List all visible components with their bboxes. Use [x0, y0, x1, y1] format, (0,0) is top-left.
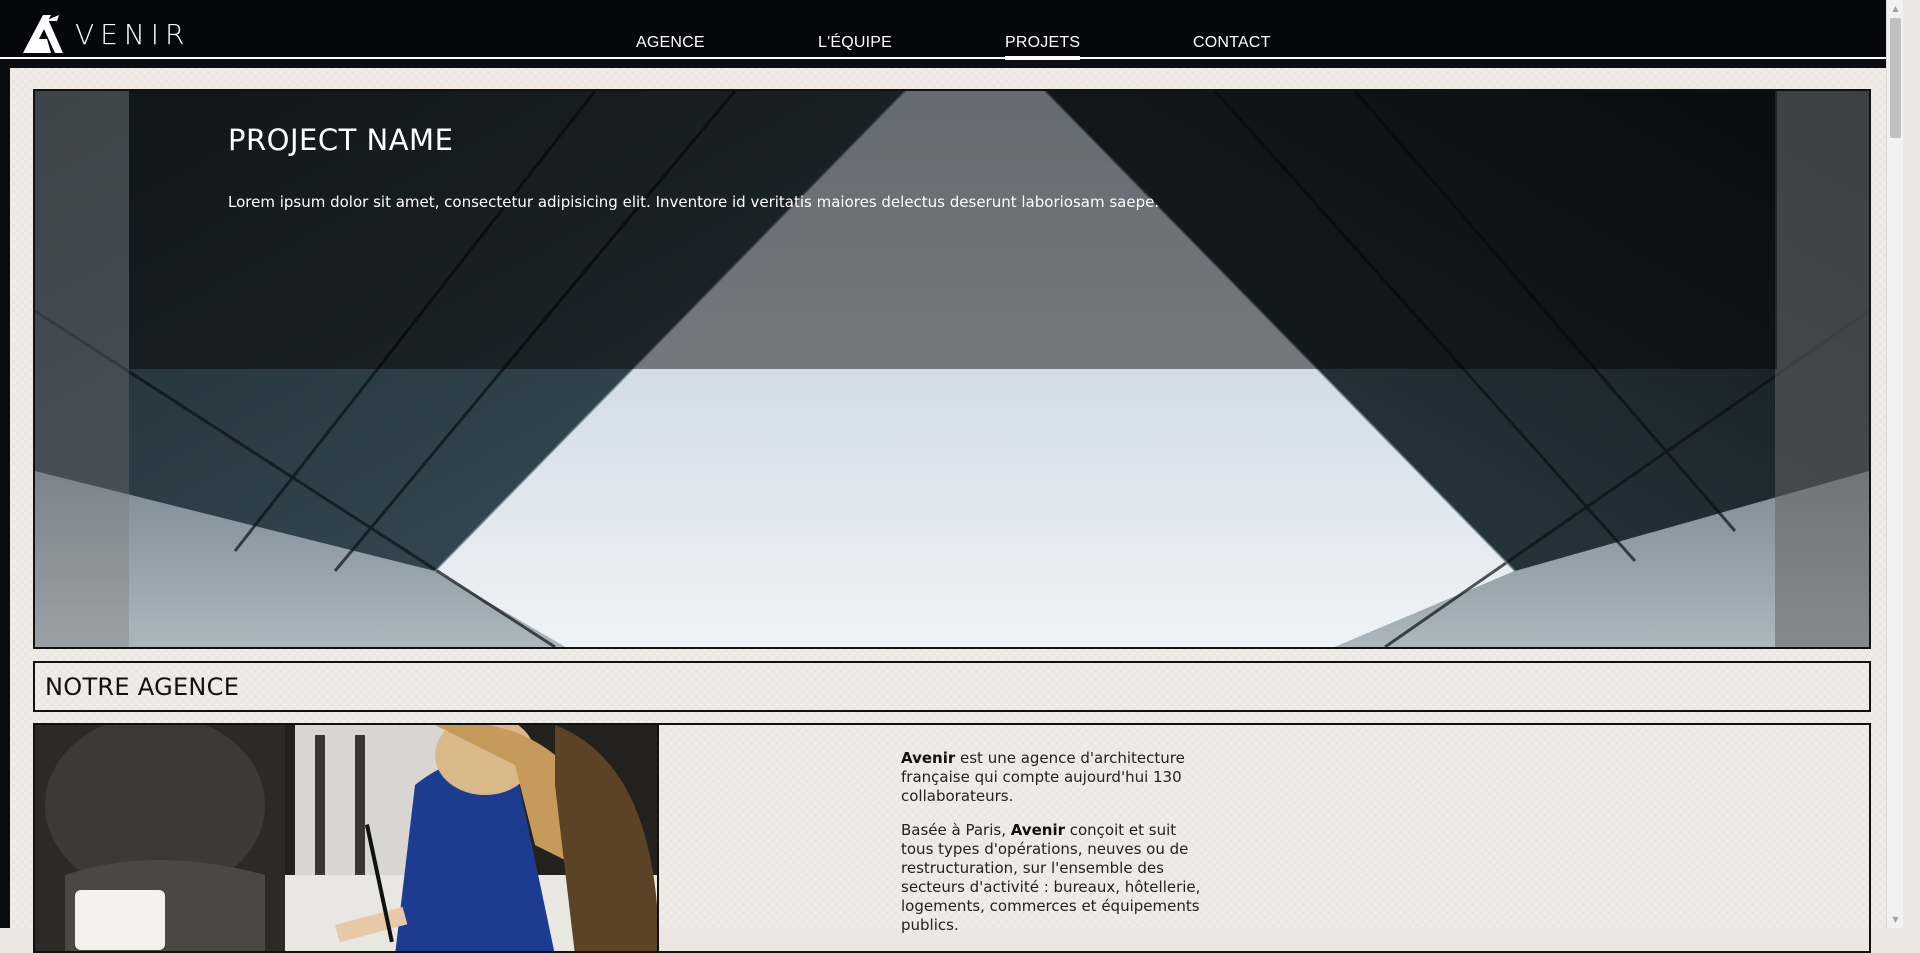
- brand-name: Avenir: [901, 749, 956, 767]
- agency-photo: [35, 725, 659, 951]
- brand-name: Avenir: [1010, 821, 1065, 839]
- agency-p2-start: Basée à Paris,: [901, 821, 1011, 839]
- nav-item-equipe[interactable]: L'ÉQUIPE: [818, 34, 892, 56]
- agency-section: Avenir est une agence d'architecture fra…: [33, 723, 1871, 953]
- hero-side-shade-right: [1775, 91, 1869, 647]
- main-content: PROJECT NAME Lorem ipsum dolor sit amet,…: [10, 68, 1892, 953]
- vertical-scrollbar[interactable]: ▲ ▼: [1886, 0, 1903, 928]
- agency-paragraph-1: Avenir est une agence d'architecture fra…: [901, 749, 1201, 806]
- hero-banner: PROJECT NAME Lorem ipsum dolor sit amet,…: [33, 89, 1871, 649]
- agency-text: Avenir est une agence d'architecture fra…: [901, 749, 1201, 950]
- nav-item-contact[interactable]: CONTACT: [1193, 34, 1271, 56]
- section-heading-agence: NOTRE AGENCE: [33, 661, 1871, 712]
- section-title: NOTRE AGENCE: [45, 672, 240, 701]
- hero-side-shade-left: [35, 91, 129, 647]
- nav-item-projets[interactable]: PROJETS: [1005, 34, 1081, 60]
- main-nav: AGENCE L'ÉQUIPE PROJETS CONTACT: [0, 34, 1903, 60]
- agency-paragraph-2: Basée à Paris, Avenir conçoit et suit to…: [901, 821, 1201, 935]
- scroll-thumb[interactable]: [1890, 18, 1901, 138]
- scroll-down-icon[interactable]: ▼: [1887, 911, 1904, 928]
- site-header: VENIR AGENCE L'ÉQUIPE PROJETS CONTACT: [0, 0, 1903, 60]
- scroll-up-icon[interactable]: ▲: [1887, 0, 1904, 17]
- nav-item-agence[interactable]: AGENCE: [636, 34, 705, 56]
- page: VENIR AGENCE L'ÉQUIPE PROJETS CONTACT PR…: [0, 0, 1903, 953]
- hero-description: Lorem ipsum dolor sit amet, consectetur …: [228, 193, 1160, 211]
- hero-title: PROJECT NAME: [228, 123, 454, 157]
